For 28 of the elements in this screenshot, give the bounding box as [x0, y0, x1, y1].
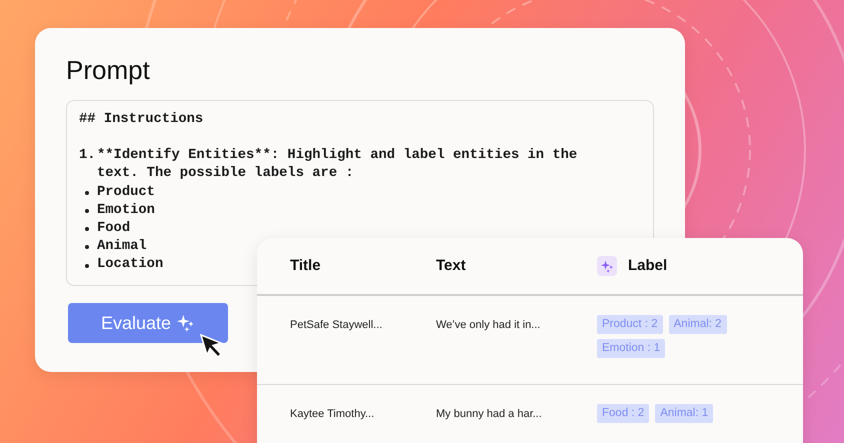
bullet-icon [85, 264, 89, 268]
list-item: Emotion [97, 202, 155, 220]
table-cell-text: Kaytee Timothy... [290, 407, 376, 422]
cursor-icon [199, 333, 225, 359]
table-cell-text: PetSafe Staywell... [290, 318, 384, 333]
list-item: Animal [97, 238, 147, 256]
bullet-icon [85, 227, 89, 232]
column-header: Title [290, 256, 321, 276]
table-cell-text: We’ve only had it in... [436, 318, 542, 333]
table-cell-text: My bunny had a har... [436, 407, 543, 422]
step-number: 1. [79, 147, 97, 166]
bullet-icon [85, 190, 89, 195]
column-header: Text [436, 256, 466, 276]
label-tag: Food : 2 [597, 404, 650, 423]
sparkle-icon [177, 314, 196, 332]
card-title: Prompt [66, 54, 151, 86]
sparkle-icon [597, 256, 617, 276]
label-tag: Animal: 1 [655, 404, 714, 423]
instructions-heading: ## Instructions [79, 111, 204, 129]
bullet-icon [85, 245, 89, 250]
step-text: **Identify Entities**: Highlight and label entities in the text. The possible labels are : [97, 147, 578, 184]
list-item: Food [97, 220, 130, 238]
label-tag: Animal: 2 [668, 315, 727, 334]
list-item: Location [97, 256, 164, 274]
list-item: Product [97, 184, 155, 202]
label-tag: Product : 2 [597, 315, 663, 334]
label-tag: Emotion : 1 [597, 339, 666, 358]
bullet-icon [85, 208, 89, 213]
